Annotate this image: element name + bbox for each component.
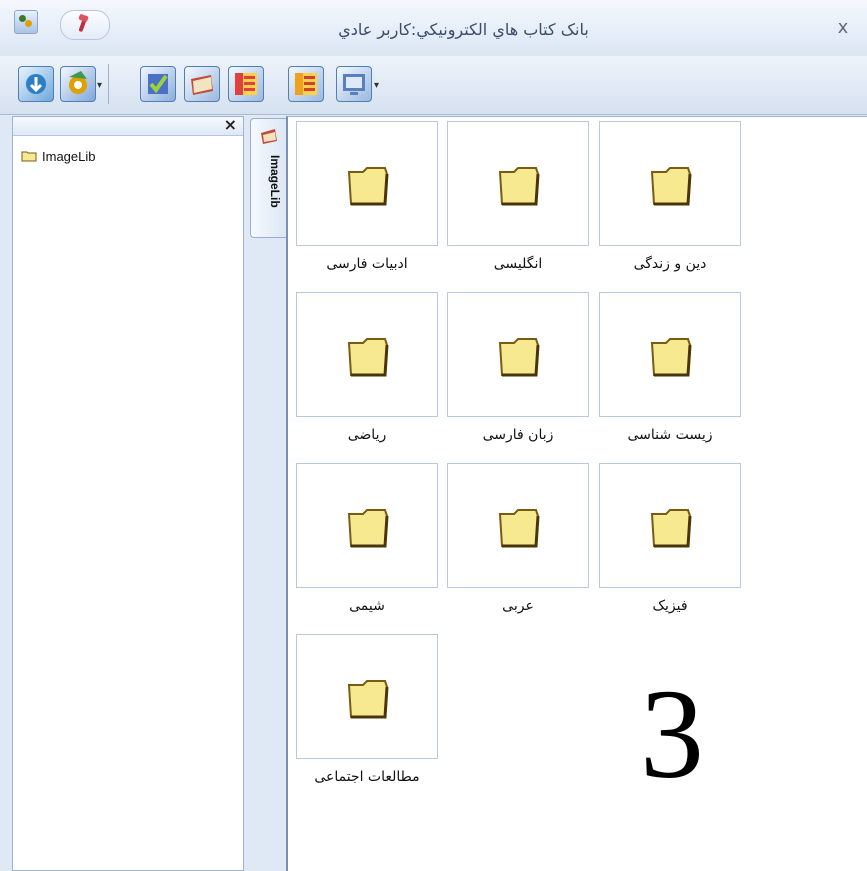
download-button[interactable] xyxy=(18,66,54,102)
tree-panel: × ImageLib xyxy=(12,115,244,871)
folder-label: عربی xyxy=(502,598,534,614)
app-menu-icon[interactable] xyxy=(14,10,38,34)
folder-tile[interactable] xyxy=(296,121,438,246)
tree-item-label: ImageLib xyxy=(42,148,96,164)
folder-label: زبان فارسی xyxy=(482,427,554,443)
settings-button[interactable] xyxy=(60,66,96,102)
folder-tile[interactable] xyxy=(296,634,438,759)
folder-tile[interactable] xyxy=(296,292,438,417)
tree-item-imagelib[interactable]: ImageLib xyxy=(21,147,95,165)
folder-label: مطالعات اجتماعی xyxy=(314,769,420,785)
settings-icon xyxy=(69,71,87,94)
list-icon xyxy=(235,73,257,95)
folder-icon xyxy=(498,509,540,548)
book-icon xyxy=(261,129,277,144)
pin-button[interactable] xyxy=(60,10,110,40)
folder-label: دين و زندگی xyxy=(633,256,707,272)
folder-tile[interactable] xyxy=(447,292,589,417)
folder-icon xyxy=(347,167,389,206)
title-bar: بانک کتاب هاي الکترونيکي:کاربر عادي x xyxy=(0,0,867,57)
toolbar-separator xyxy=(108,64,109,104)
folder-icon xyxy=(347,509,389,548)
check-button[interactable] xyxy=(140,66,176,102)
folder-label: زيست شناسی xyxy=(627,427,713,443)
tree-panel-close-button[interactable]: × xyxy=(224,115,237,134)
folder-icon xyxy=(650,509,692,548)
check-icon xyxy=(148,74,168,94)
folder-label: شيمی xyxy=(349,598,385,614)
folder-icon xyxy=(498,338,540,377)
step-number: 3 xyxy=(640,663,704,805)
folder-icon xyxy=(650,167,692,206)
app-window: بانک کتاب هاي الکترونيکي:کاربر عادي x ▾ xyxy=(0,0,867,871)
folder-label: انگليسی xyxy=(493,256,543,272)
folder-icon xyxy=(650,338,692,377)
download-icon xyxy=(26,74,46,94)
tree-panel-header: × xyxy=(13,115,243,136)
book-icon xyxy=(191,75,213,95)
folder-tile[interactable] xyxy=(599,121,741,246)
monitor-dropdown-arrow[interactable]: ▾ xyxy=(374,80,379,91)
folder-icon xyxy=(21,151,37,162)
monitor-button[interactable] xyxy=(336,66,372,102)
toolbar: ▾ ▾ xyxy=(0,56,867,115)
list-alt-button[interactable] xyxy=(288,66,324,102)
folder-tile[interactable] xyxy=(296,463,438,588)
folder-label: فيزيک xyxy=(652,598,688,614)
settings-dropdown-arrow[interactable]: ▾ xyxy=(97,80,102,91)
tab-label: ImageLib xyxy=(268,155,282,208)
list-button[interactable] xyxy=(228,66,264,102)
folder-icon xyxy=(347,338,389,377)
window-title: بانک کتاب هاي الکترونيکي:کاربر عادي xyxy=(338,20,589,39)
folder-tile[interactable] xyxy=(447,121,589,246)
close-button[interactable]: x xyxy=(833,18,853,38)
folder-icon xyxy=(347,680,389,719)
folder-icon xyxy=(498,167,540,206)
list-alt-icon xyxy=(295,73,317,95)
folder-tile[interactable] xyxy=(599,292,741,417)
folder-label: رياضی xyxy=(347,427,387,443)
folder-tile[interactable] xyxy=(447,463,589,588)
tab-imagelib[interactable]: ImageLib xyxy=(250,118,287,238)
book-button[interactable] xyxy=(184,66,220,102)
folder-label: ادبيات فارسی xyxy=(326,256,408,272)
folder-tile[interactable] xyxy=(599,463,741,588)
monitor-icon xyxy=(343,74,365,95)
